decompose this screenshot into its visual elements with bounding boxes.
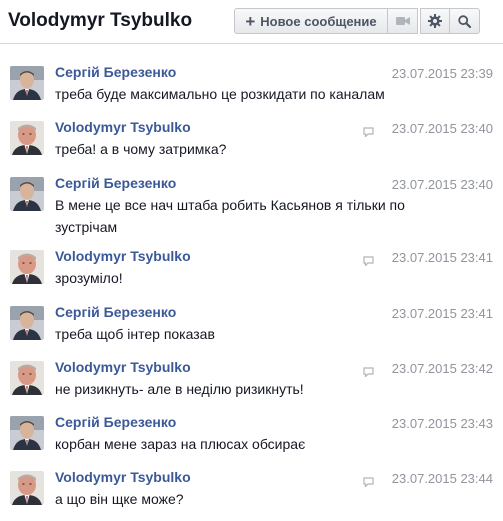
conversation-title: Volodymyr Tsybulko (8, 10, 193, 31)
avatar[interactable] (10, 177, 44, 211)
sender-name[interactable]: Volodymyr Tsybulko (55, 359, 191, 375)
message-timestamp: 23.07.2015 23:41 (391, 306, 493, 321)
message-timestamp: 23.07.2015 23:40 (391, 177, 493, 192)
avatar[interactable] (10, 66, 44, 100)
settings-button[interactable] (420, 8, 450, 34)
avatar[interactable] (10, 361, 44, 395)
seen-icon (363, 364, 374, 378)
search-button[interactable] (450, 8, 480, 34)
avatar[interactable] (10, 306, 44, 340)
conversation-toolbar: + Новое сообщение (234, 8, 480, 34)
message-timestamp: 23.07.2015 23:42 (391, 361, 493, 376)
sender-name[interactable]: Volodymyr Tsybulko (55, 119, 191, 135)
sender-name[interactable]: Сергій Березенко (55, 64, 176, 80)
message-text: треба буде максимально це розкидати по к… (55, 86, 385, 102)
avatar[interactable] (10, 471, 44, 505)
seen-icon (363, 474, 374, 488)
gear-icon (428, 14, 442, 28)
message-text: зрозуміло! (55, 270, 123, 286)
sender-name[interactable]: Сергій Березенко (55, 175, 176, 191)
message-timestamp: 23.07.2015 23:41 (391, 250, 493, 265)
message-timestamp: 23.07.2015 23:43 (391, 416, 493, 431)
seen-icon (363, 124, 374, 138)
search-icon (458, 14, 471, 28)
new-message-button[interactable]: + Новое сообщение (234, 8, 388, 34)
sender-name[interactable]: Volodymyr Tsybulko (55, 469, 191, 485)
new-message-label: Новое сообщение (260, 13, 377, 29)
avatar[interactable] (10, 121, 44, 155)
video-camera-icon (395, 17, 410, 25)
message-text: а що він щке може? (55, 491, 184, 507)
message-text: корбан мене зараз на плюсах обсирає (55, 436, 306, 452)
avatar[interactable] (10, 416, 44, 450)
message-timestamp: 23.07.2015 23:39 (391, 66, 493, 81)
message-text: треба щоб інтер показав (55, 326, 215, 342)
message-text: не ризикнуть- але в неділю ризикнуть! (55, 381, 304, 397)
message-timestamp: 23.07.2015 23:44 (391, 471, 493, 486)
sender-name[interactable]: Сергій Березенко (55, 304, 176, 320)
message-timestamp: 23.07.2015 23:40 (391, 121, 493, 136)
conversation-header: Volodymyr Tsybulko + Новое сообщение (0, 0, 503, 44)
sender-name[interactable]: Volodymyr Tsybulko (55, 248, 191, 264)
message-text: треба! а в чому затримка? (55, 141, 227, 157)
message-text: В мене це все нач штаба робить Касьянов … (55, 197, 405, 235)
plus-icon: + (245, 11, 256, 31)
sender-name[interactable]: Сергій Березенко (55, 414, 176, 430)
video-call-button[interactable] (388, 8, 418, 34)
seen-icon (363, 253, 374, 267)
avatar[interactable] (10, 250, 44, 284)
